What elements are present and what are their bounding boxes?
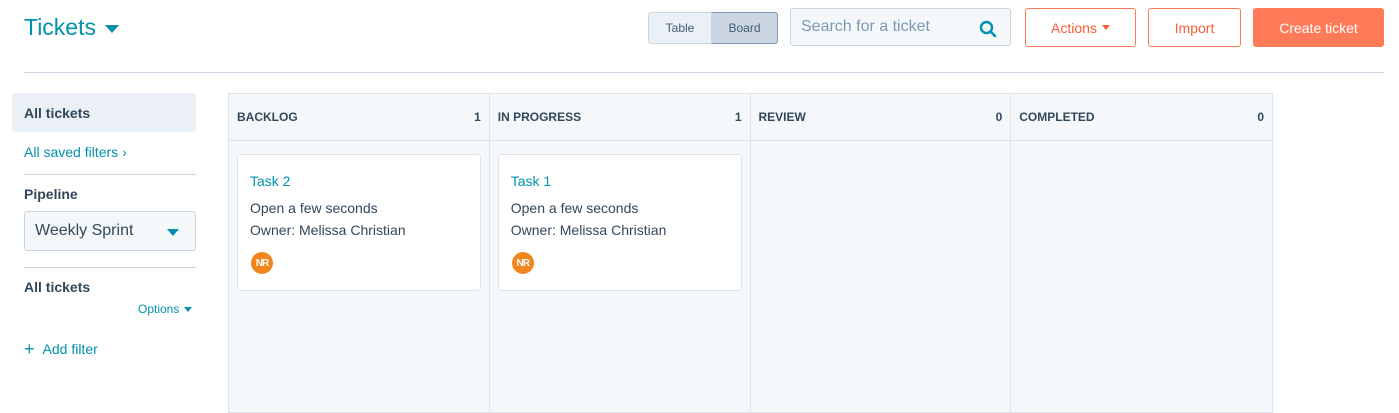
- ticket-owner: Owner: Melissa Christian: [510, 222, 667, 238]
- pipeline-select[interactable]: Weekly Sprint: [24, 211, 196, 251]
- pipeline-value: Weekly Sprint: [35, 222, 134, 239]
- column-title: REVIEW: [758, 110, 806, 124]
- caret-down-icon: [105, 24, 119, 33]
- actions-button[interactable]: Actions: [1025, 8, 1136, 47]
- ticket-title-link[interactable]: Task 1: [511, 173, 729, 189]
- all-saved-filters-link[interactable]: All saved filters ›: [24, 144, 127, 160]
- import-button[interactable]: Import: [1148, 8, 1241, 47]
- search-input[interactable]: [791, 17, 973, 37]
- column-title: COMPLETED: [1019, 110, 1095, 124]
- caret-down-icon: [1101, 25, 1110, 30]
- caret-down-icon: [184, 306, 193, 312]
- board-column-in-progress: IN PROGRESS 1 Task 1 Open a few seconds …: [489, 94, 751, 412]
- ticket-status: Open a few seconds: [510, 200, 639, 216]
- plus-icon: +: [24, 339, 35, 359]
- column-title: IN PROGRESS: [497, 110, 582, 124]
- header-divider: [24, 72, 1384, 73]
- filter-section-label: All tickets: [24, 279, 91, 295]
- owner-avatar: NR: [511, 252, 534, 274]
- column-header: BACKLOG 1: [229, 94, 489, 141]
- owner-avatar: NR: [251, 252, 273, 274]
- ticket-title-link[interactable]: Task 2: [250, 173, 468, 189]
- saved-filters-label: All saved filters: [24, 144, 119, 160]
- board-column-backlog: BACKLOG 1 Task 2 Open a few seconds Owne…: [229, 94, 490, 412]
- column-header: COMPLETED 0: [1011, 94, 1272, 141]
- page-title: Tickets: [24, 14, 96, 40]
- column-header: REVIEW 0: [750, 94, 1011, 141]
- search-icon[interactable]: [979, 20, 997, 38]
- column-count: 1: [734, 110, 742, 124]
- ticket-card[interactable]: Task 2 Open a few seconds Owner: Melissa…: [237, 154, 481, 291]
- sidebar-divider: [24, 174, 196, 175]
- pipeline-label: Pipeline: [24, 186, 78, 202]
- board-view-button[interactable]: Board: [712, 12, 778, 44]
- ticket-card[interactable]: Task 1 Open a few seconds Owner: Melissa…: [497, 154, 742, 291]
- table-view-button[interactable]: Table: [648, 12, 712, 44]
- ticket-owner: Owner: Melissa Christian: [250, 222, 406, 238]
- create-ticket-button[interactable]: Create ticket: [1253, 8, 1384, 47]
- column-title: BACKLOG: [237, 110, 298, 124]
- view-toggle: Table Board: [648, 12, 778, 44]
- board: BACKLOG 1 Task 2 Open a few seconds Owne…: [228, 93, 1273, 413]
- chevron-right-icon: ›: [122, 144, 127, 160]
- caret-down-icon: [167, 229, 179, 236]
- column-count: 0: [1257, 110, 1264, 124]
- ticket-status: Open a few seconds: [250, 200, 378, 216]
- board-column-completed: COMPLETED 0: [1011, 94, 1272, 412]
- column-header: IN PROGRESS 1: [489, 94, 750, 141]
- search-box: [790, 8, 1011, 46]
- add-filter-label: Add filter: [42, 341, 98, 357]
- column-count: 0: [995, 110, 1003, 124]
- board-column-review: REVIEW 0: [750, 94, 1012, 412]
- add-filter-button[interactable]: + Add filter: [24, 339, 98, 359]
- actions-label: Actions: [1051, 19, 1097, 36]
- sidebar-divider: [24, 267, 196, 268]
- page-title-dropdown[interactable]: Tickets: [24, 14, 119, 41]
- options-dropdown[interactable]: Options: [138, 302, 193, 316]
- column-count: 1: [474, 110, 481, 124]
- sidebar-item-all-tickets[interactable]: All tickets: [12, 93, 196, 132]
- options-label: Options: [138, 302, 180, 316]
